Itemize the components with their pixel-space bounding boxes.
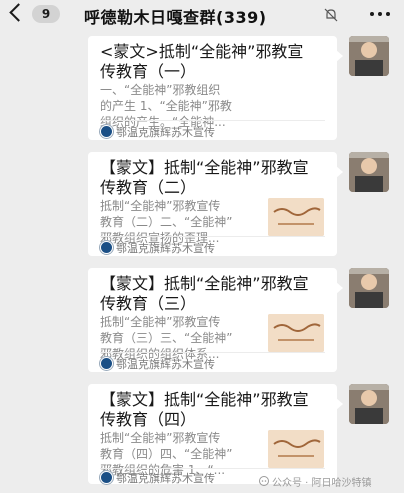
divider <box>100 352 325 353</box>
divider <box>100 236 325 237</box>
card-title: 【蒙文】抵制“全能神”邪教宣传教育（三） <box>100 274 309 313</box>
account-logo-icon <box>100 241 113 254</box>
avatar[interactable] <box>349 36 389 76</box>
chat-header: 9 呼德勒木日嘎查群(339) <box>0 0 404 30</box>
card-description: 抵制“全能神”邪教宣传 教育（三）三、“全能神” 邪教组织的组织体系... <box>100 315 233 361</box>
avatar[interactable] <box>349 268 389 308</box>
chevron-left-icon[interactable] <box>9 3 28 22</box>
account-logo-icon <box>100 471 113 484</box>
account-logo-icon <box>100 357 113 370</box>
card-title: <蒙文>抵制“全能神”邪教宣传教育（一） <box>100 42 304 81</box>
watermark: 公众号 · 阿日哈沙特镇 <box>272 478 372 489</box>
divider <box>100 120 325 121</box>
avatar[interactable] <box>349 384 389 424</box>
card-source: 鄂温克旗辉苏木宣传 <box>116 472 215 485</box>
article-thumbnail <box>268 314 324 352</box>
article-thumbnail <box>268 430 324 468</box>
bell-muted-icon <box>324 8 338 22</box>
card-source: 鄂温克旗辉苏木宣传 <box>116 126 215 139</box>
more-dots-icon[interactable] <box>370 12 390 18</box>
card-source: 鄂温克旗辉苏木宣传 <box>116 242 215 255</box>
card-title: 【蒙文】抵制“全能神”邪教宣传教育（四） <box>100 390 309 429</box>
chat-title: 呼德勒木日嘎查群(339) <box>84 8 267 27</box>
avatar[interactable] <box>349 152 389 192</box>
article-card[interactable]: 【蒙文】抵制“全能神”邪教宣传教育（二） 抵制“全能神”邪教宣传 教育（二）二、“… <box>88 152 343 256</box>
card-source: 鄂温克旗辉苏木宣传 <box>116 358 215 371</box>
card-description: 一、“全能神”邪教组织 的产生 1、“全能神”邪教 组织的产生。“全能神... <box>100 83 232 129</box>
article-thumbnail <box>268 198 324 236</box>
article-card[interactable]: 【蒙文】抵制“全能神”邪教宣传教育（三） 抵制“全能神”邪教宣传 教育（三）三、“… <box>88 268 343 372</box>
divider <box>100 468 325 469</box>
card-title: 【蒙文】抵制“全能神”邪教宣传教育（二） <box>100 158 309 197</box>
article-card[interactable]: 【蒙文】抵制“全能神”邪教宣传教育（四） 抵制“全能神”邪教宣传 教育（四）四、“… <box>88 384 343 485</box>
unread-count-badge[interactable]: 9 <box>32 5 60 23</box>
account-logo-icon <box>100 125 113 138</box>
article-card[interactable]: <蒙文>抵制“全能神”邪教宣传教育（一） 一、“全能神”邪教组织 的产生 1、“全… <box>88 36 343 140</box>
card-description: 抵制“全能神”邪教宣传 教育（二）二、“全能神” 邪教组织宣扬的歪理... <box>100 199 233 245</box>
wechat-official-account-icon <box>259 476 269 486</box>
